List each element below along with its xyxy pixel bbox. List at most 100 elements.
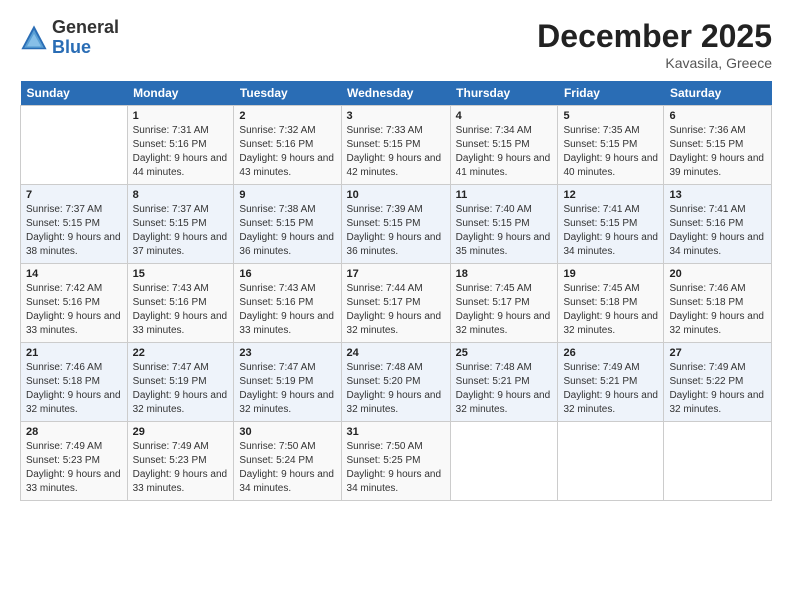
week-row-0: 1 Sunrise: 7:31 AMSunset: 5:16 PMDaylight… xyxy=(21,106,772,185)
header: General Blue December 2025 Kavasila, Gre… xyxy=(20,18,772,71)
day-cell: 9 Sunrise: 7:38 AMSunset: 5:15 PMDaylight… xyxy=(234,185,341,264)
day-cell: 3 Sunrise: 7:33 AMSunset: 5:15 PMDaylight… xyxy=(341,106,450,185)
location: Kavasila, Greece xyxy=(537,55,772,71)
header-tuesday: Tuesday xyxy=(234,81,341,106)
day-number: 28 xyxy=(26,426,122,438)
day-info: Sunrise: 7:46 AMSunset: 5:18 PMDaylight:… xyxy=(669,282,766,338)
day-info: Sunrise: 7:31 AMSunset: 5:16 PMDaylight:… xyxy=(133,124,229,180)
day-cell: 10 Sunrise: 7:39 AMSunset: 5:15 PMDayligh… xyxy=(341,185,450,264)
header-thursday: Thursday xyxy=(450,81,558,106)
day-info: Sunrise: 7:47 AMSunset: 5:19 PMDaylight:… xyxy=(133,361,229,417)
day-info: Sunrise: 7:45 AMSunset: 5:18 PMDaylight:… xyxy=(563,282,658,338)
day-number: 24 xyxy=(347,347,445,359)
calendar-body: 1 Sunrise: 7:31 AMSunset: 5:16 PMDaylight… xyxy=(21,106,772,501)
day-number: 26 xyxy=(563,347,658,359)
day-number: 1 xyxy=(133,110,229,122)
day-info: Sunrise: 7:38 AMSunset: 5:15 PMDaylight:… xyxy=(239,203,335,259)
day-info: Sunrise: 7:33 AMSunset: 5:15 PMDaylight:… xyxy=(347,124,445,180)
day-number: 3 xyxy=(347,110,445,122)
day-cell: 11 Sunrise: 7:40 AMSunset: 5:15 PMDayligh… xyxy=(450,185,558,264)
logo: General Blue xyxy=(20,18,119,58)
day-cell xyxy=(558,422,664,501)
day-info: Sunrise: 7:43 AMSunset: 5:16 PMDaylight:… xyxy=(239,282,335,338)
day-info: Sunrise: 7:40 AMSunset: 5:15 PMDaylight:… xyxy=(456,203,553,259)
day-number: 15 xyxy=(133,268,229,280)
week-row-2: 14 Sunrise: 7:42 AMSunset: 5:16 PMDayligh… xyxy=(21,264,772,343)
day-number: 6 xyxy=(669,110,766,122)
day-cell: 23 Sunrise: 7:47 AMSunset: 5:19 PMDayligh… xyxy=(234,343,341,422)
day-cell: 7Sunrise: 7:37 AMSunset: 5:15 PMDaylight… xyxy=(21,185,128,264)
calendar-table: Sunday Monday Tuesday Wednesday Thursday… xyxy=(20,81,772,501)
title-block: December 2025 Kavasila, Greece xyxy=(537,18,772,71)
day-number: 27 xyxy=(669,347,766,359)
calendar-header: Sunday Monday Tuesday Wednesday Thursday… xyxy=(21,81,772,106)
day-info: Sunrise: 7:44 AMSunset: 5:17 PMDaylight:… xyxy=(347,282,445,338)
day-cell: 26Sunrise: 7:49 AMSunset: 5:21 PMDayligh… xyxy=(558,343,664,422)
day-cell: 28 Sunrise: 7:49 AMSunset: 5:23 PMDayligh… xyxy=(21,422,128,501)
day-info: Sunrise: 7:43 AMSunset: 5:16 PMDaylight:… xyxy=(133,282,229,338)
day-number: 31 xyxy=(347,426,445,438)
header-wednesday: Wednesday xyxy=(341,81,450,106)
day-number: 12 xyxy=(563,189,658,201)
day-number: 23 xyxy=(239,347,335,359)
day-cell: 25 Sunrise: 7:48 AMSunset: 5:21 PMDayligh… xyxy=(450,343,558,422)
day-info: Sunrise: 7:50 AMSunset: 5:24 PMDaylight:… xyxy=(239,440,335,496)
day-cell: 13 Sunrise: 7:41 AMSunset: 5:16 PMDayligh… xyxy=(664,185,772,264)
header-saturday: Saturday xyxy=(664,81,772,106)
day-info: Sunrise: 7:39 AMSunset: 5:15 PMDaylight:… xyxy=(347,203,445,259)
day-info: Sunrise: 7:45 AMSunset: 5:17 PMDaylight:… xyxy=(456,282,553,338)
day-number: 2 xyxy=(239,110,335,122)
day-cell: 24 Sunrise: 7:48 AMSunset: 5:20 PMDayligh… xyxy=(341,343,450,422)
week-row-4: 28 Sunrise: 7:49 AMSunset: 5:23 PMDayligh… xyxy=(21,422,772,501)
day-info: Sunrise: 7:47 AMSunset: 5:19 PMDaylight:… xyxy=(239,361,335,417)
day-number: 8 xyxy=(133,189,229,201)
day-cell: 19Sunrise: 7:45 AMSunset: 5:18 PMDayligh… xyxy=(558,264,664,343)
day-cell: 8 Sunrise: 7:37 AMSunset: 5:15 PMDaylight… xyxy=(127,185,234,264)
day-number: 18 xyxy=(456,268,553,280)
day-number: 14 xyxy=(26,268,122,280)
day-cell: 31 Sunrise: 7:50 AMSunset: 5:25 PMDayligh… xyxy=(341,422,450,501)
month-title: December 2025 xyxy=(537,18,772,55)
day-number: 17 xyxy=(347,268,445,280)
day-info: Sunrise: 7:48 AMSunset: 5:21 PMDaylight:… xyxy=(456,361,553,417)
day-number: 13 xyxy=(669,189,766,201)
day-cell: 20Sunrise: 7:46 AMSunset: 5:18 PMDayligh… xyxy=(664,264,772,343)
day-number: 7 xyxy=(26,189,122,201)
day-cell: 4 Sunrise: 7:34 AMSunset: 5:15 PMDaylight… xyxy=(450,106,558,185)
day-cell xyxy=(21,106,128,185)
day-cell: 6 Sunrise: 7:36 AMSunset: 5:15 PMDaylight… xyxy=(664,106,772,185)
day-info: Sunrise: 7:32 AMSunset: 5:16 PMDaylight:… xyxy=(239,124,335,180)
day-info: Sunrise: 7:49 AMSunset: 5:23 PMDaylight:… xyxy=(26,440,122,496)
day-info: Sunrise: 7:46 AMSunset: 5:18 PMDaylight:… xyxy=(26,361,122,417)
day-info: Sunrise: 7:42 AMSunset: 5:16 PMDaylight:… xyxy=(26,282,122,338)
day-info: Sunrise: 7:50 AMSunset: 5:25 PMDaylight:… xyxy=(347,440,445,496)
day-number: 25 xyxy=(456,347,553,359)
day-cell: 21Sunrise: 7:46 AMSunset: 5:18 PMDayligh… xyxy=(21,343,128,422)
day-number: 4 xyxy=(456,110,553,122)
header-monday: Monday xyxy=(127,81,234,106)
logo-blue: Blue xyxy=(52,37,91,57)
page: General Blue December 2025 Kavasila, Gre… xyxy=(0,0,792,612)
day-number: 9 xyxy=(239,189,335,201)
day-cell: 22Sunrise: 7:47 AMSunset: 5:19 PMDayligh… xyxy=(127,343,234,422)
day-cell: 14 Sunrise: 7:42 AMSunset: 5:16 PMDayligh… xyxy=(21,264,128,343)
day-cell: 1 Sunrise: 7:31 AMSunset: 5:16 PMDaylight… xyxy=(127,106,234,185)
day-info: Sunrise: 7:41 AMSunset: 5:16 PMDaylight:… xyxy=(669,203,766,259)
week-row-1: 7 Sunrise: 7:37 AMSunset: 5:15 PMDaylight… xyxy=(21,185,772,264)
day-cell: 30Sunrise: 7:50 AMSunset: 5:24 PMDayligh… xyxy=(234,422,341,501)
day-info: Sunrise: 7:37 AMSunset: 5:15 PMDaylight:… xyxy=(133,203,229,259)
day-cell: 27Sunrise: 7:49 AMSunset: 5:22 PMDayligh… xyxy=(664,343,772,422)
day-number: 11 xyxy=(456,189,553,201)
day-info: Sunrise: 7:34 AMSunset: 5:15 PMDaylight:… xyxy=(456,124,553,180)
day-info: Sunrise: 7:36 AMSunset: 5:15 PMDaylight:… xyxy=(669,124,766,180)
day-info: Sunrise: 7:35 AMSunset: 5:15 PMDaylight:… xyxy=(563,124,658,180)
day-info: Sunrise: 7:48 AMSunset: 5:20 PMDaylight:… xyxy=(347,361,445,417)
day-cell xyxy=(450,422,558,501)
day-number: 10 xyxy=(347,189,445,201)
day-cell: 29Sunrise: 7:49 AMSunset: 5:23 PMDayligh… xyxy=(127,422,234,501)
day-number: 29 xyxy=(133,426,229,438)
logo-text: General Blue xyxy=(52,18,119,58)
header-friday: Friday xyxy=(558,81,664,106)
day-number: 16 xyxy=(239,268,335,280)
week-row-3: 21Sunrise: 7:46 AMSunset: 5:18 PMDayligh… xyxy=(21,343,772,422)
